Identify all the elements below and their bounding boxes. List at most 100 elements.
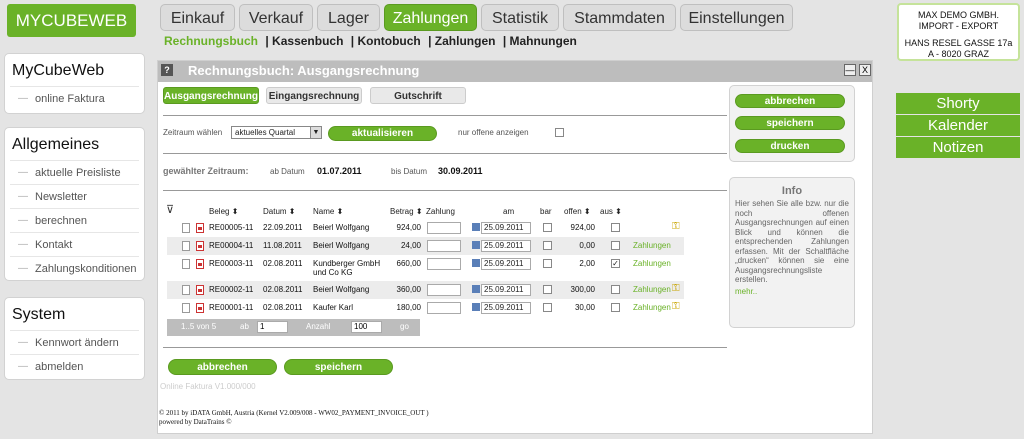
aus-checkbox[interactable] bbox=[611, 303, 620, 312]
minimize-button[interactable]: — bbox=[844, 64, 856, 76]
col-datum[interactable]: Datum ⬍ bbox=[263, 207, 296, 216]
key-icon[interactable]: ⚿ bbox=[672, 222, 683, 232]
filter-icon[interactable]: ⊽ bbox=[166, 203, 174, 216]
bar-checkbox[interactable] bbox=[543, 259, 552, 268]
bar-checkbox[interactable] bbox=[543, 241, 552, 250]
pager-go-button[interactable]: go bbox=[400, 322, 409, 331]
calendar-icon[interactable] bbox=[472, 285, 480, 293]
am-date-input[interactable]: 25.09.2011 bbox=[481, 258, 531, 270]
sidebar-item-zahlungskonditionen[interactable]: — Zahlungskonditionen bbox=[10, 256, 139, 280]
pdf-icon[interactable] bbox=[196, 241, 204, 251]
tab-eingangsrechnung[interactable]: Eingangsrechnung bbox=[266, 87, 362, 104]
shorty-button[interactable]: Shorty bbox=[896, 93, 1020, 114]
sidebar-item-kennwort[interactable]: — Kennwort ändern bbox=[10, 330, 139, 354]
am-date-input[interactable]: 25.09.2011 bbox=[481, 240, 531, 252]
am-date-field[interactable]: 25.09.2011 bbox=[472, 222, 531, 234]
subnav-kontobuch[interactable]: | Kontobuch bbox=[351, 34, 421, 48]
am-date-field[interactable]: 25.09.2011 bbox=[472, 284, 531, 296]
zahlungen-link[interactable]: Zahlungen bbox=[633, 241, 671, 250]
am-date-field[interactable]: 25.09.2011 bbox=[472, 240, 531, 252]
col-offen[interactable]: offen ⬍ bbox=[564, 207, 591, 216]
zahlungen-link[interactable]: Zahlungen bbox=[633, 303, 671, 312]
help-icon[interactable]: ? bbox=[161, 64, 173, 76]
aus-checkbox[interactable]: ✓ bbox=[611, 259, 620, 268]
bar-checkbox[interactable] bbox=[543, 303, 552, 312]
document-icon[interactable] bbox=[182, 303, 190, 313]
aktualisieren-button[interactable]: aktualisieren bbox=[328, 126, 437, 141]
aus-checkbox[interactable] bbox=[611, 285, 620, 294]
document-icon[interactable] bbox=[182, 223, 190, 233]
am-date-field[interactable]: 25.09.2011 bbox=[472, 302, 531, 314]
col-name[interactable]: Name ⬍ bbox=[313, 207, 343, 216]
company-box: MAX DEMO GMBH. IMPORT - EXPORT HANS RESE… bbox=[897, 3, 1020, 61]
speichern-button[interactable]: speichern bbox=[735, 116, 845, 130]
key-icon[interactable]: ⚿ bbox=[672, 302, 683, 312]
subnav: Rechnungsbuch | Kassenbuch | Kontobuch |… bbox=[164, 34, 581, 48]
open-only-checkbox[interactable] bbox=[555, 128, 564, 137]
col-betrag[interactable]: Betrag ⬍ bbox=[390, 207, 423, 216]
document-icon[interactable] bbox=[182, 241, 190, 251]
bar-checkbox[interactable] bbox=[543, 223, 552, 232]
subnav-rechnungsbuch[interactable]: Rechnungsbuch bbox=[164, 34, 258, 48]
zahlung-input[interactable] bbox=[427, 240, 461, 252]
tab-verkauf[interactable]: Verkauf bbox=[239, 4, 313, 31]
close-button[interactable]: X bbox=[859, 64, 871, 76]
notizen-button[interactable]: Notizen bbox=[896, 137, 1020, 158]
bullet-icon: — bbox=[18, 167, 28, 178]
calendar-icon[interactable] bbox=[472, 303, 480, 311]
subnav-zahlungen[interactable]: | Zahlungen bbox=[428, 34, 495, 48]
calendar-icon[interactable] bbox=[472, 223, 480, 231]
app-logo[interactable]: MYCUBEWEB bbox=[7, 4, 136, 37]
subnav-kassenbuch[interactable]: | Kassenbuch bbox=[265, 34, 343, 48]
am-date-input[interactable]: 25.09.2011 bbox=[481, 222, 531, 234]
aus-checkbox[interactable] bbox=[611, 223, 620, 232]
tab-ausgangsrechnung[interactable]: Ausgangsrechnung bbox=[163, 87, 259, 104]
am-date-input[interactable]: 25.09.2011 bbox=[481, 284, 531, 296]
zahlung-input[interactable] bbox=[427, 222, 461, 234]
bullet-icon: — bbox=[18, 337, 28, 348]
sidebar-item-kontakt[interactable]: — Kontakt bbox=[10, 232, 139, 256]
calendar-icon[interactable] bbox=[472, 241, 480, 249]
sidebar-item-preisliste[interactable]: — aktuelle Preisliste bbox=[10, 160, 139, 184]
tab-gutschrift[interactable]: Gutschrift bbox=[370, 87, 466, 104]
sidebar-item-berechnen[interactable]: — berechnen bbox=[10, 208, 139, 232]
am-date-field[interactable]: 25.09.2011 bbox=[472, 258, 531, 270]
pdf-icon[interactable] bbox=[196, 223, 204, 233]
print-button[interactable]: drucken bbox=[735, 139, 845, 153]
sidebar-item-abmelden[interactable]: — abmelden bbox=[10, 354, 139, 378]
tab-zahlungen[interactable]: Zahlungen bbox=[384, 4, 477, 31]
tab-einstellungen[interactable]: Einstellungen bbox=[680, 4, 793, 31]
zeitraum-select[interactable]: aktuelles Quartal ▼ bbox=[231, 126, 322, 139]
zahlung-input[interactable] bbox=[427, 302, 461, 314]
pager-anzahl-input[interactable]: 100 bbox=[351, 321, 382, 333]
sidebar-item-newsletter[interactable]: — Newsletter bbox=[10, 184, 139, 208]
aus-checkbox[interactable] bbox=[611, 241, 620, 250]
info-more-link[interactable]: mehr.. bbox=[735, 287, 849, 296]
subnav-mahnungen[interactable]: | Mahnungen bbox=[503, 34, 577, 48]
zahlung-input[interactable] bbox=[427, 284, 461, 296]
col-aus[interactable]: aus ⬍ bbox=[600, 207, 622, 216]
key-icon[interactable]: ⚿ bbox=[672, 284, 683, 294]
tab-stammdaten[interactable]: Stammdaten bbox=[563, 4, 676, 31]
col-beleg[interactable]: Beleg ⬍ bbox=[209, 207, 238, 216]
zahlungen-link[interactable]: Zahlungen bbox=[633, 259, 671, 268]
abbrechen-button[interactable]: abbrechen bbox=[735, 94, 845, 108]
save-button[interactable]: speichern bbox=[284, 359, 393, 375]
tab-lager[interactable]: Lager bbox=[317, 4, 380, 31]
calendar-icon[interactable] bbox=[472, 259, 480, 267]
zahlung-input[interactable] bbox=[427, 258, 461, 270]
cancel-button[interactable]: abbrechen bbox=[168, 359, 277, 375]
bar-checkbox[interactable] bbox=[543, 285, 552, 294]
pdf-icon[interactable] bbox=[196, 259, 204, 269]
pdf-icon[interactable] bbox=[196, 285, 204, 295]
kalender-button[interactable]: Kalender bbox=[896, 115, 1020, 136]
pager-ab-input[interactable]: 1 bbox=[257, 321, 288, 333]
document-icon[interactable] bbox=[182, 259, 190, 269]
pdf-icon[interactable] bbox=[196, 303, 204, 313]
zahlungen-link[interactable]: Zahlungen bbox=[633, 285, 671, 294]
am-date-input[interactable]: 25.09.2011 bbox=[481, 302, 531, 314]
document-icon[interactable] bbox=[182, 285, 190, 295]
tab-statistik[interactable]: Statistik bbox=[481, 4, 559, 31]
sidebar-item-online-faktura[interactable]: — online Faktura bbox=[10, 86, 139, 110]
tab-einkauf[interactable]: Einkauf bbox=[160, 4, 235, 31]
